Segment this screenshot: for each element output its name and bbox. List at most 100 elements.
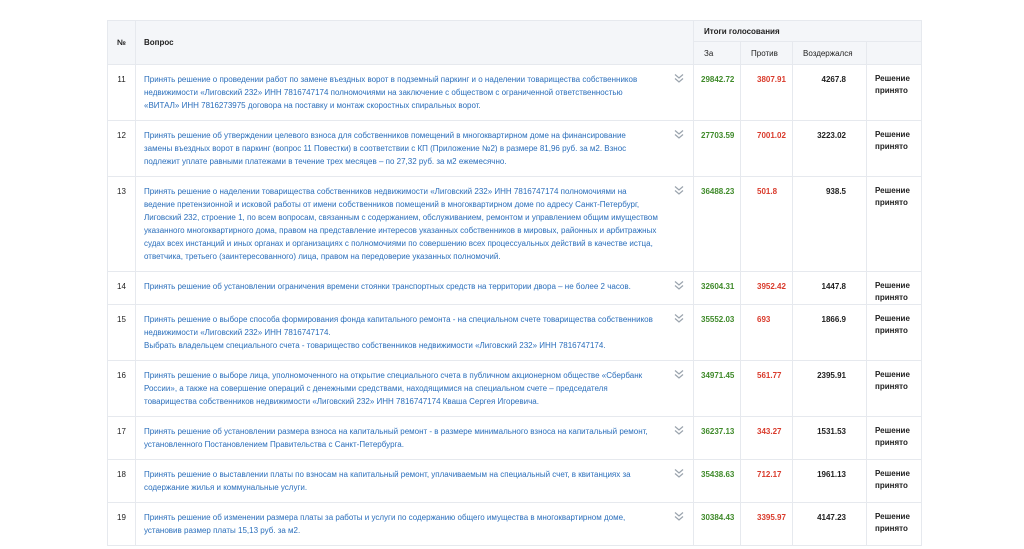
question-text-line[interactable]: Принять решение о наделении товарищества… [144, 185, 665, 198]
row-number: 13 [107, 176, 136, 272]
question-text[interactable]: Принять решение о проведении работ по за… [144, 73, 665, 112]
chevron-double-down-icon[interactable] [673, 279, 685, 291]
question-text-line[interactable]: «ВИТАЛ» ИНН 7816273975 договора на поста… [144, 99, 665, 112]
question-text-line[interactable]: России», а также на совершение операций … [144, 382, 665, 395]
question-text-line[interactable]: подлежит уплате равными платежами в тече… [144, 155, 665, 168]
question-cell[interactable]: Принять решение о выставлении платы по в… [135, 459, 694, 503]
decision-status: Решение принято [865, 360, 923, 417]
votes-za: 29842.72 [693, 64, 741, 121]
decision-status-line1: Решение [875, 426, 910, 435]
question-text-line[interactable]: ответчика, третьего (заинтересованного) … [144, 250, 665, 263]
question-text-line[interactable]: недвижимости «Лиговский 232» ИНН 7816747… [144, 86, 665, 99]
question-text-line[interactable]: Лиговский 232, строение 1, по всем вопро… [144, 211, 665, 224]
question-text[interactable]: Принять решение о наделении товарищества… [144, 185, 665, 263]
question-text-line[interactable]: установленного Постановлением Правительс… [144, 438, 665, 451]
votes-vozderzhalsya: 3223.02 [792, 120, 867, 177]
decision-status: Решение принято [865, 304, 923, 361]
decision-status-line1: Решение [875, 74, 910, 83]
votes-za: 34971.45 [693, 360, 741, 417]
chevron-double-down-icon[interactable] [673, 467, 685, 479]
question-text-line[interactable]: указанного многоквартирного дома, правом… [144, 224, 665, 237]
question-text-line[interactable]: Выбрать владельцем специального счета - … [144, 339, 665, 352]
row-number: 15 [107, 304, 136, 361]
votes-vozderzhalsya: 4147.23 [792, 502, 867, 546]
question-text-line[interactable]: замены въездных ворот в паркинг (вопрос … [144, 142, 665, 155]
votes-za: 35552.03 [693, 304, 741, 361]
question-text[interactable]: Принять решение об утверждении целевого … [144, 129, 665, 168]
question-text-line[interactable]: Принять решение о выборе способа формиро… [144, 313, 665, 326]
table-row: 17 Принять решение об установлении разме… [107, 416, 923, 460]
votes-protiv: 343.27 [740, 416, 793, 460]
question-cell[interactable]: Принять решение о проведении работ по за… [135, 64, 694, 121]
question-text-line[interactable]: Принять решение о выставлении платы по в… [144, 468, 665, 481]
decision-status-line1: Решение [875, 130, 910, 139]
question-text[interactable]: Принять решение об установлении ограниче… [144, 280, 665, 293]
question-text-line[interactable]: установив размер платы 15,13 руб. за м2. [144, 524, 665, 537]
question-text-line[interactable]: товарищества собственников недвижимости … [144, 395, 665, 408]
question-text[interactable]: Принять решение об изменении размера пла… [144, 511, 665, 537]
decision-status-line1: Решение [875, 314, 910, 323]
question-text-line[interactable]: содержание жилья и коммунальные услуги. [144, 481, 665, 494]
decision-status: Решение принято [865, 64, 923, 121]
votes-za: 27703.59 [693, 120, 741, 177]
chevron-double-down-icon[interactable] [673, 510, 685, 522]
chevron-double-down-icon[interactable] [673, 184, 685, 196]
question-text-line[interactable]: недвижимости «Лиговский 232» ИНН 7816747… [144, 326, 665, 339]
votes-za: 32604.31 [693, 271, 741, 305]
decision-status-line2: принято [875, 326, 908, 335]
decision-status: Решение принято [865, 176, 923, 272]
question-cell[interactable]: Принять решение о выборе лица, уполномоч… [135, 360, 694, 417]
table-row: 11 Принять решение о проведении работ по… [107, 64, 923, 121]
table-row: 15 Принять решение о выборе способа форм… [107, 304, 923, 361]
votes-protiv: 3395.97 [740, 502, 793, 546]
question-cell[interactable]: Принять решение об изменении размера пла… [135, 502, 694, 546]
question-text-line[interactable]: Принять решение о проведении работ по за… [144, 73, 665, 86]
decision-status: Решение принято [865, 120, 923, 177]
row-number: 17 [107, 416, 136, 460]
question-cell[interactable]: Принять решение о наделении товарищества… [135, 176, 694, 272]
decision-status-line2: принято [875, 86, 908, 95]
question-text-line[interactable]: Принять решение об изменении размера пла… [144, 511, 665, 524]
row-number: 11 [107, 64, 136, 121]
votes-vozderzhalsya: 938.5 [792, 176, 867, 272]
question-text[interactable]: Принять решение об установлении размера … [144, 425, 665, 451]
row-number: 16 [107, 360, 136, 417]
question-text[interactable]: Принять решение о выборе способа формиро… [144, 313, 665, 352]
votes-protiv: 561.77 [740, 360, 793, 417]
column-header-protiv: Против [740, 41, 793, 65]
question-cell[interactable]: Принять решение об утверждении целевого … [135, 120, 694, 177]
table-row: 13 Принять решение о наделении товарищес… [107, 176, 923, 272]
question-text-line[interactable]: ведение претензионной и исковой работы о… [144, 198, 665, 211]
question-cell[interactable]: Принять решение об установлении ограниче… [135, 271, 694, 305]
votes-vozderzhalsya: 1961.13 [792, 459, 867, 503]
chevron-double-down-icon[interactable] [673, 312, 685, 324]
chevron-double-down-icon[interactable] [673, 128, 685, 140]
votes-vozderzhalsya: 1866.9 [792, 304, 867, 361]
question-text[interactable]: Принять решение о выборе лица, уполномоч… [144, 369, 665, 408]
chevron-double-down-icon[interactable] [673, 424, 685, 436]
row-number: 12 [107, 120, 136, 177]
chevron-double-down-icon[interactable] [673, 368, 685, 380]
column-header-za: За [693, 41, 741, 65]
question-cell[interactable]: Принять решение о выборе способа формиро… [135, 304, 694, 361]
decision-status: Решение принято [865, 459, 923, 503]
row-number: 18 [107, 459, 136, 503]
column-header-results: Итоги голосования [692, 20, 923, 42]
votes-protiv: 693 [740, 304, 793, 361]
question-text-line[interactable]: Принять решение об установлении ограниче… [144, 280, 665, 293]
question-text-line[interactable]: Принять решение об утверждении целевого … [144, 129, 665, 142]
question-text-line[interactable]: судах всех инстанций и иных органах и ор… [144, 237, 665, 250]
votes-za: 30384.43 [693, 502, 741, 546]
question-cell[interactable]: Принять решение об установлении размера … [135, 416, 694, 460]
column-header-question: Вопрос [135, 20, 694, 65]
decision-status-line2: принято [875, 142, 908, 151]
decision-status-line2: принято [875, 438, 908, 447]
question-text-line[interactable]: Принять решение об установлении размера … [144, 425, 665, 438]
chevron-double-down-icon[interactable] [673, 72, 685, 84]
decision-status: Решение принято [865, 502, 923, 546]
question-text[interactable]: Принять решение о выставлении платы по в… [144, 468, 665, 494]
row-number: 19 [107, 502, 136, 546]
decision-status-line2: принято [875, 293, 908, 302]
table-row: 18 Принять решение о выставлении платы п… [107, 459, 923, 503]
question-text-line[interactable]: Принять решение о выборе лица, уполномоч… [144, 369, 665, 382]
